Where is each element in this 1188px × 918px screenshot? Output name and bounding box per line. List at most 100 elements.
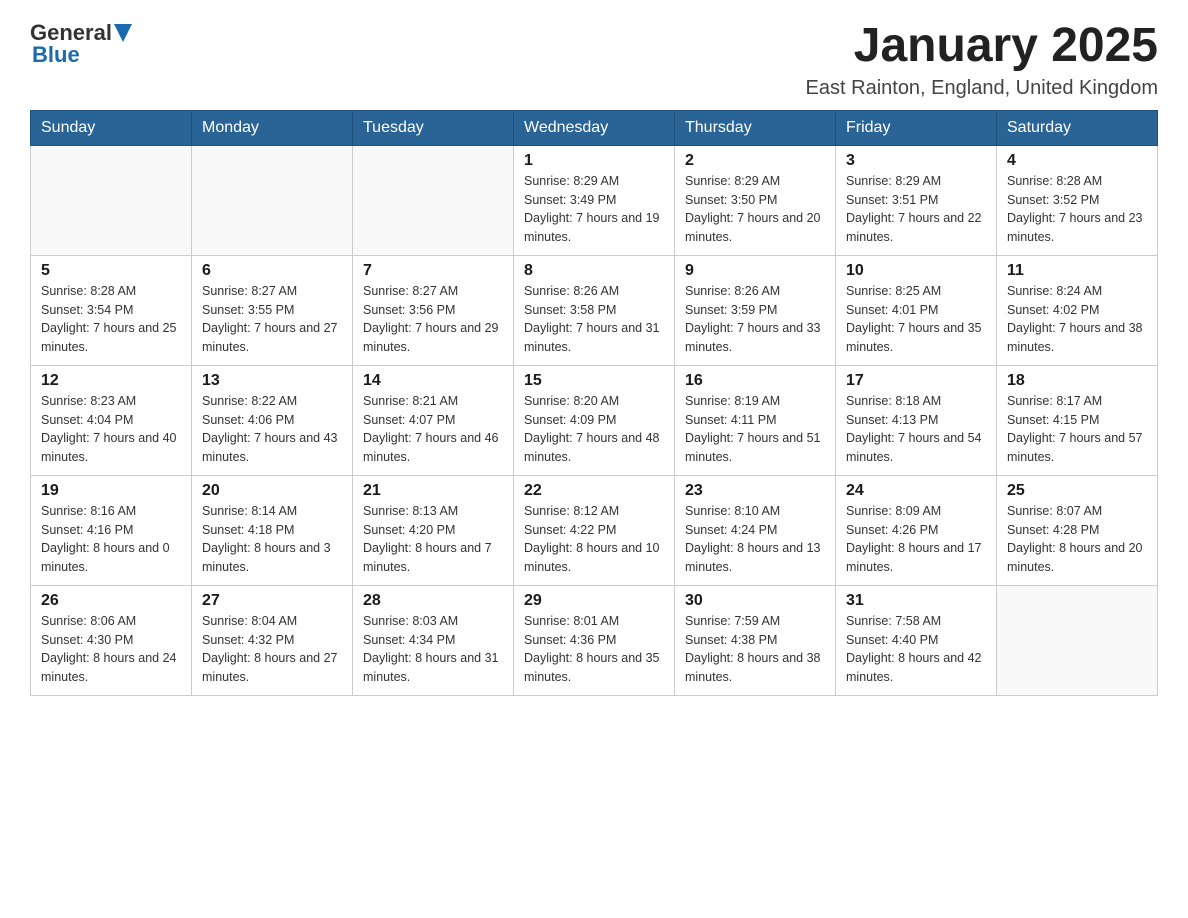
day-number: 27 <box>202 592 342 610</box>
calendar-cell: 4Sunrise: 8:28 AMSunset: 3:52 PMDaylight… <box>997 145 1158 255</box>
day-info: Sunrise: 8:29 AMSunset: 3:51 PMDaylight:… <box>846 172 986 247</box>
calendar-cell: 28 Sunrise: 8:03 AMSunset: 4:34 PMDayligh… <box>353 585 514 695</box>
calendar-cell <box>353 145 514 255</box>
day-info: Sunrise: 8:09 AMSunset: 4:26 PMDaylight:… <box>846 502 986 577</box>
day-number: 19 <box>41 482 181 500</box>
calendar-cell: 15 Sunrise: 8:20 AMSunset: 4:09 PMDayligh… <box>514 365 675 475</box>
calendar-cell: 13Sunrise: 8:22 AMSunset: 4:06 PMDayligh… <box>192 365 353 475</box>
day-number: 11 <box>1007 262 1147 280</box>
calendar-cell <box>31 145 192 255</box>
day-info: Sunrise: 8:06 AMSunset: 4:30 PMDaylight:… <box>41 612 181 687</box>
calendar-subtitle: East Rainton, England, United Kingdom <box>806 77 1158 100</box>
day-info: Sunrise: 8:17 AMSunset: 4:15 PMDaylight:… <box>1007 392 1147 467</box>
day-number: 10 <box>846 262 986 280</box>
calendar-cell: 30 Sunrise: 7:59 AMSunset: 4:38 PMDayligh… <box>675 585 836 695</box>
day-number: 8 <box>524 262 664 280</box>
day-number: 15 <box>524 372 664 390</box>
calendar-cell: 19 Sunrise: 8:16 AMSunset: 4:16 PMDayligh… <box>31 475 192 585</box>
calendar-header-row: SundayMondayTuesdayWednesdayThursdayFrid… <box>31 110 1158 145</box>
calendar-cell: 31 Sunrise: 7:58 AMSunset: 4:40 PMDayligh… <box>836 585 997 695</box>
day-number: 23 <box>685 482 825 500</box>
calendar-cell <box>192 145 353 255</box>
day-info: Sunrise: 8:27 AMSunset: 3:56 PMDaylight:… <box>363 282 503 357</box>
title-block: January 2025 East Rainton, England, Unit… <box>806 20 1158 100</box>
day-info: Sunrise: 8:26 AMSunset: 3:59 PMDaylight:… <box>685 282 825 357</box>
day-number: 18 <box>1007 372 1147 390</box>
day-info: Sunrise: 8:12 AMSunset: 4:22 PMDaylight:… <box>524 502 664 577</box>
day-number: 16 <box>685 372 825 390</box>
week-row-2: 5 Sunrise: 8:28 AMSunset: 3:54 PMDaylight… <box>31 255 1158 365</box>
day-number: 22 <box>524 482 664 500</box>
day-info: Sunrise: 8:24 AMSunset: 4:02 PMDaylight:… <box>1007 282 1147 357</box>
header-tuesday: Tuesday <box>353 110 514 145</box>
calendar-cell: 2 Sunrise: 8:29 AMSunset: 3:50 PMDaylight… <box>675 145 836 255</box>
calendar-cell: 16 Sunrise: 8:19 AMSunset: 4:11 PMDayligh… <box>675 365 836 475</box>
week-row-4: 19 Sunrise: 8:16 AMSunset: 4:16 PMDayligh… <box>31 475 1158 585</box>
calendar-cell: 12 Sunrise: 8:23 AMSunset: 4:04 PMDayligh… <box>31 365 192 475</box>
day-info: Sunrise: 8:16 AMSunset: 4:16 PMDaylight:… <box>41 502 181 577</box>
day-number: 12 <box>41 372 181 390</box>
header-monday: Monday <box>192 110 353 145</box>
day-number: 9 <box>685 262 825 280</box>
header-saturday: Saturday <box>997 110 1158 145</box>
day-number: 6 <box>202 262 342 280</box>
calendar-title: January 2025 <box>806 20 1158 73</box>
day-number: 4 <box>1007 152 1147 170</box>
day-info: Sunrise: 8:25 AMSunset: 4:01 PMDaylight:… <box>846 282 986 357</box>
day-info: Sunrise: 8:29 AMSunset: 3:49 PMDaylight:… <box>524 172 664 247</box>
day-number: 17 <box>846 372 986 390</box>
day-number: 25 <box>1007 482 1147 500</box>
day-number: 30 <box>685 592 825 610</box>
day-number: 5 <box>41 262 181 280</box>
calendar-cell: 8Sunrise: 8:26 AMSunset: 3:58 PMDaylight… <box>514 255 675 365</box>
header-wednesday: Wednesday <box>514 110 675 145</box>
day-info: Sunrise: 8:27 AMSunset: 3:55 PMDaylight:… <box>202 282 342 357</box>
calendar-cell: 21Sunrise: 8:13 AMSunset: 4:20 PMDayligh… <box>353 475 514 585</box>
day-number: 2 <box>685 152 825 170</box>
calendar-cell: 1 Sunrise: 8:29 AMSunset: 3:49 PMDaylight… <box>514 145 675 255</box>
day-number: 1 <box>524 152 664 170</box>
day-number: 26 <box>41 592 181 610</box>
day-info: Sunrise: 8:14 AMSunset: 4:18 PMDaylight:… <box>202 502 342 577</box>
calendar-table: SundayMondayTuesdayWednesdayThursdayFrid… <box>30 110 1158 696</box>
day-number: 24 <box>846 482 986 500</box>
week-row-5: 26 Sunrise: 8:06 AMSunset: 4:30 PMDayligh… <box>31 585 1158 695</box>
day-number: 21 <box>363 482 503 500</box>
day-info: Sunrise: 8:18 AMSunset: 4:13 PMDaylight:… <box>846 392 986 467</box>
calendar-cell: 3 Sunrise: 8:29 AMSunset: 3:51 PMDaylight… <box>836 145 997 255</box>
header-sunday: Sunday <box>31 110 192 145</box>
day-info: Sunrise: 8:21 AMSunset: 4:07 PMDaylight:… <box>363 392 503 467</box>
header-friday: Friday <box>836 110 997 145</box>
day-info: Sunrise: 7:59 AMSunset: 4:38 PMDaylight:… <box>685 612 825 687</box>
calendar-cell: 20 Sunrise: 8:14 AMSunset: 4:18 PMDayligh… <box>192 475 353 585</box>
day-info: Sunrise: 8:07 AMSunset: 4:28 PMDaylight:… <box>1007 502 1147 577</box>
day-info: Sunrise: 8:04 AMSunset: 4:32 PMDaylight:… <box>202 612 342 687</box>
calendar-cell: 9 Sunrise: 8:26 AMSunset: 3:59 PMDaylight… <box>675 255 836 365</box>
calendar-cell: 23Sunrise: 8:10 AMSunset: 4:24 PMDayligh… <box>675 475 836 585</box>
logo-triangle-icon <box>114 24 132 44</box>
calendar-cell <box>997 585 1158 695</box>
logo: General Blue <box>30 20 132 68</box>
calendar-cell: 11 Sunrise: 8:24 AMSunset: 4:02 PMDayligh… <box>997 255 1158 365</box>
calendar-cell: 29Sunrise: 8:01 AMSunset: 4:36 PMDayligh… <box>514 585 675 695</box>
week-row-3: 12 Sunrise: 8:23 AMSunset: 4:04 PMDayligh… <box>31 365 1158 475</box>
day-number: 28 <box>363 592 503 610</box>
calendar-cell: 18 Sunrise: 8:17 AMSunset: 4:15 PMDayligh… <box>997 365 1158 475</box>
day-number: 31 <box>846 592 986 610</box>
day-number: 3 <box>846 152 986 170</box>
day-info: Sunrise: 8:23 AMSunset: 4:04 PMDaylight:… <box>41 392 181 467</box>
calendar-cell: 26 Sunrise: 8:06 AMSunset: 4:30 PMDayligh… <box>31 585 192 695</box>
calendar-cell: 24 Sunrise: 8:09 AMSunset: 4:26 PMDayligh… <box>836 475 997 585</box>
calendar-cell: 7Sunrise: 8:27 AMSunset: 3:56 PMDaylight… <box>353 255 514 365</box>
day-number: 29 <box>524 592 664 610</box>
header-thursday: Thursday <box>675 110 836 145</box>
day-info: Sunrise: 7:58 AMSunset: 4:40 PMDaylight:… <box>846 612 986 687</box>
calendar-cell: 14Sunrise: 8:21 AMSunset: 4:07 PMDayligh… <box>353 365 514 475</box>
day-number: 13 <box>202 372 342 390</box>
day-info: Sunrise: 8:28 AMSunset: 3:54 PMDaylight:… <box>41 282 181 357</box>
day-info: Sunrise: 8:20 AMSunset: 4:09 PMDaylight:… <box>524 392 664 467</box>
day-info: Sunrise: 8:03 AMSunset: 4:34 PMDaylight:… <box>363 612 503 687</box>
day-number: 20 <box>202 482 342 500</box>
day-info: Sunrise: 8:19 AMSunset: 4:11 PMDaylight:… <box>685 392 825 467</box>
day-info: Sunrise: 8:29 AMSunset: 3:50 PMDaylight:… <box>685 172 825 247</box>
